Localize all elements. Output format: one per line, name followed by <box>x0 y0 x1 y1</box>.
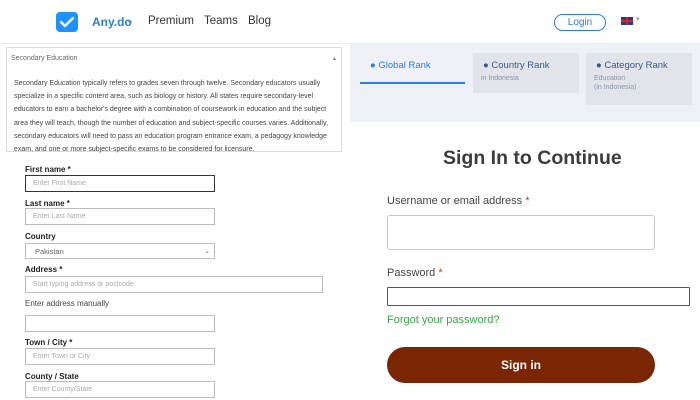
collapse-icon[interactable]: ▴ <box>333 55 336 62</box>
enter-address-manually-link[interactable]: Enter address manually <box>25 299 109 308</box>
secondary-education-card: Secondary Education ▴ Secondary Educatio… <box>6 47 342 153</box>
info-card-body: Secondary Education typically refers to … <box>14 80 328 154</box>
town-field[interactable]: Enter Town or City <box>25 348 215 365</box>
country-value: Pakistan <box>35 246 64 256</box>
password-input[interactable] <box>387 287 690 306</box>
country-label: Country <box>25 232 56 241</box>
nav-link-blog[interactable]: Blog <box>248 15 271 27</box>
county-field[interactable]: Enter County/State <box>25 381 215 398</box>
tab-country-rank-sub: in Indonesia <box>481 75 519 82</box>
language-caret-icon[interactable]: ▾ <box>636 15 640 23</box>
rank-tabs: ● Global Rank ● Country Rank in Indonesi… <box>350 44 700 122</box>
town-label: Town / City * <box>25 338 73 347</box>
username-input[interactable] <box>387 215 655 250</box>
signin-button[interactable]: Sign in <box>387 347 655 383</box>
uk-flag-icon[interactable] <box>621 17 633 25</box>
first-name-label: First name * <box>25 165 71 174</box>
tab-global-rank[interactable]: ● Global Rank <box>360 53 465 84</box>
password-label: Password * <box>387 267 443 279</box>
forgot-password-link[interactable]: Forgot your password? <box>387 314 500 326</box>
address-label: Address * <box>25 265 63 274</box>
address-field[interactable]: Start typing address or postcode <box>25 276 323 293</box>
signin-title: Sign In to Continue <box>443 147 622 169</box>
tab-global-rank-label: ● Global Rank <box>370 60 431 71</box>
manual-address-field[interactable] <box>25 315 215 332</box>
tab-category-rank-sub: Education (in Indonesia) <box>594 75 637 91</box>
county-label: County / State <box>25 372 79 381</box>
nav-link-teams[interactable]: Teams <box>204 15 238 27</box>
last-name-label: Last name * <box>25 199 70 208</box>
tab-category-rank-label: ● Category Rank <box>596 60 668 71</box>
login-button[interactable]: Login <box>554 14 606 31</box>
chevron-down-icon[interactable]: ⌄ <box>126 15 134 26</box>
chevron-down-icon: ⌄ <box>204 248 210 255</box>
tab-country-rank-label: ● Country Rank <box>483 60 550 71</box>
country-select[interactable]: Pakistan ⌄ <box>25 243 215 259</box>
anydo-logo-icon[interactable] <box>56 12 78 32</box>
info-card-title: Secondary Education <box>11 55 78 62</box>
top-nav: Any.do ⌄ Premium Teams Blog Login ▾ <box>0 0 700 44</box>
username-label: Username or email address * <box>387 195 530 207</box>
first-name-field[interactable]: Enter First Name <box>25 175 215 192</box>
nav-link-premium[interactable]: Premium <box>148 15 194 27</box>
last-name-field[interactable]: Enter Last Name <box>25 208 215 225</box>
tab-category-rank[interactable]: ● Category Rank Education (in Indonesia) <box>586 53 692 105</box>
tab-country-rank[interactable]: ● Country Rank in Indonesia <box>473 53 579 93</box>
